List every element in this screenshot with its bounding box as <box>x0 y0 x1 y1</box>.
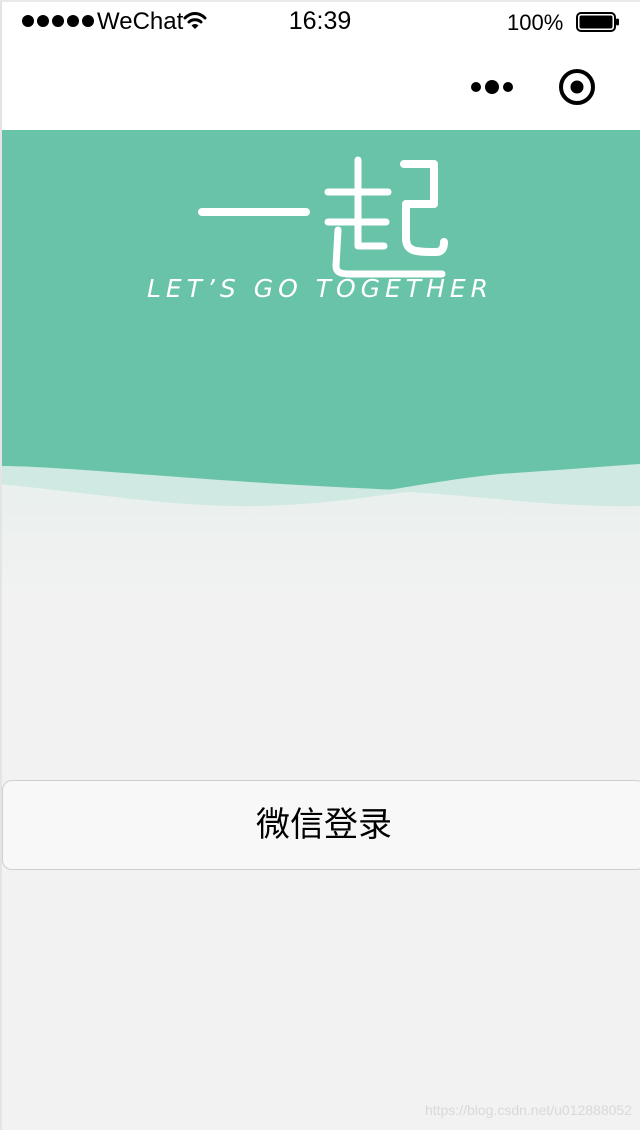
top-border <box>0 0 640 2</box>
more-dots-icon[interactable] <box>467 76 517 98</box>
target-close-icon[interactable] <box>557 67 597 107</box>
logo-mark <box>198 156 448 278</box>
navigation-bar <box>0 44 640 130</box>
app-screen: WeChat 16:39 100% LET’S GO TOGETHER 微信登录… <box>0 0 640 1130</box>
hero-banner: LET’S GO TOGETHER <box>0 130 640 600</box>
battery-percentage: 100% <box>507 10 564 35</box>
left-border <box>0 0 2 1130</box>
logo-subtitle: LET’S GO TOGETHER <box>146 274 494 303</box>
watermark-url: https://blog.csdn.net/u012888052 <box>424 1102 632 1118</box>
status-bar: WeChat 16:39 100% <box>0 0 640 44</box>
wechat-login-button[interactable]: 微信登录 <box>2 780 640 870</box>
app-logo: LET’S GO TOGETHER <box>0 130 640 330</box>
battery-icon <box>576 12 619 32</box>
